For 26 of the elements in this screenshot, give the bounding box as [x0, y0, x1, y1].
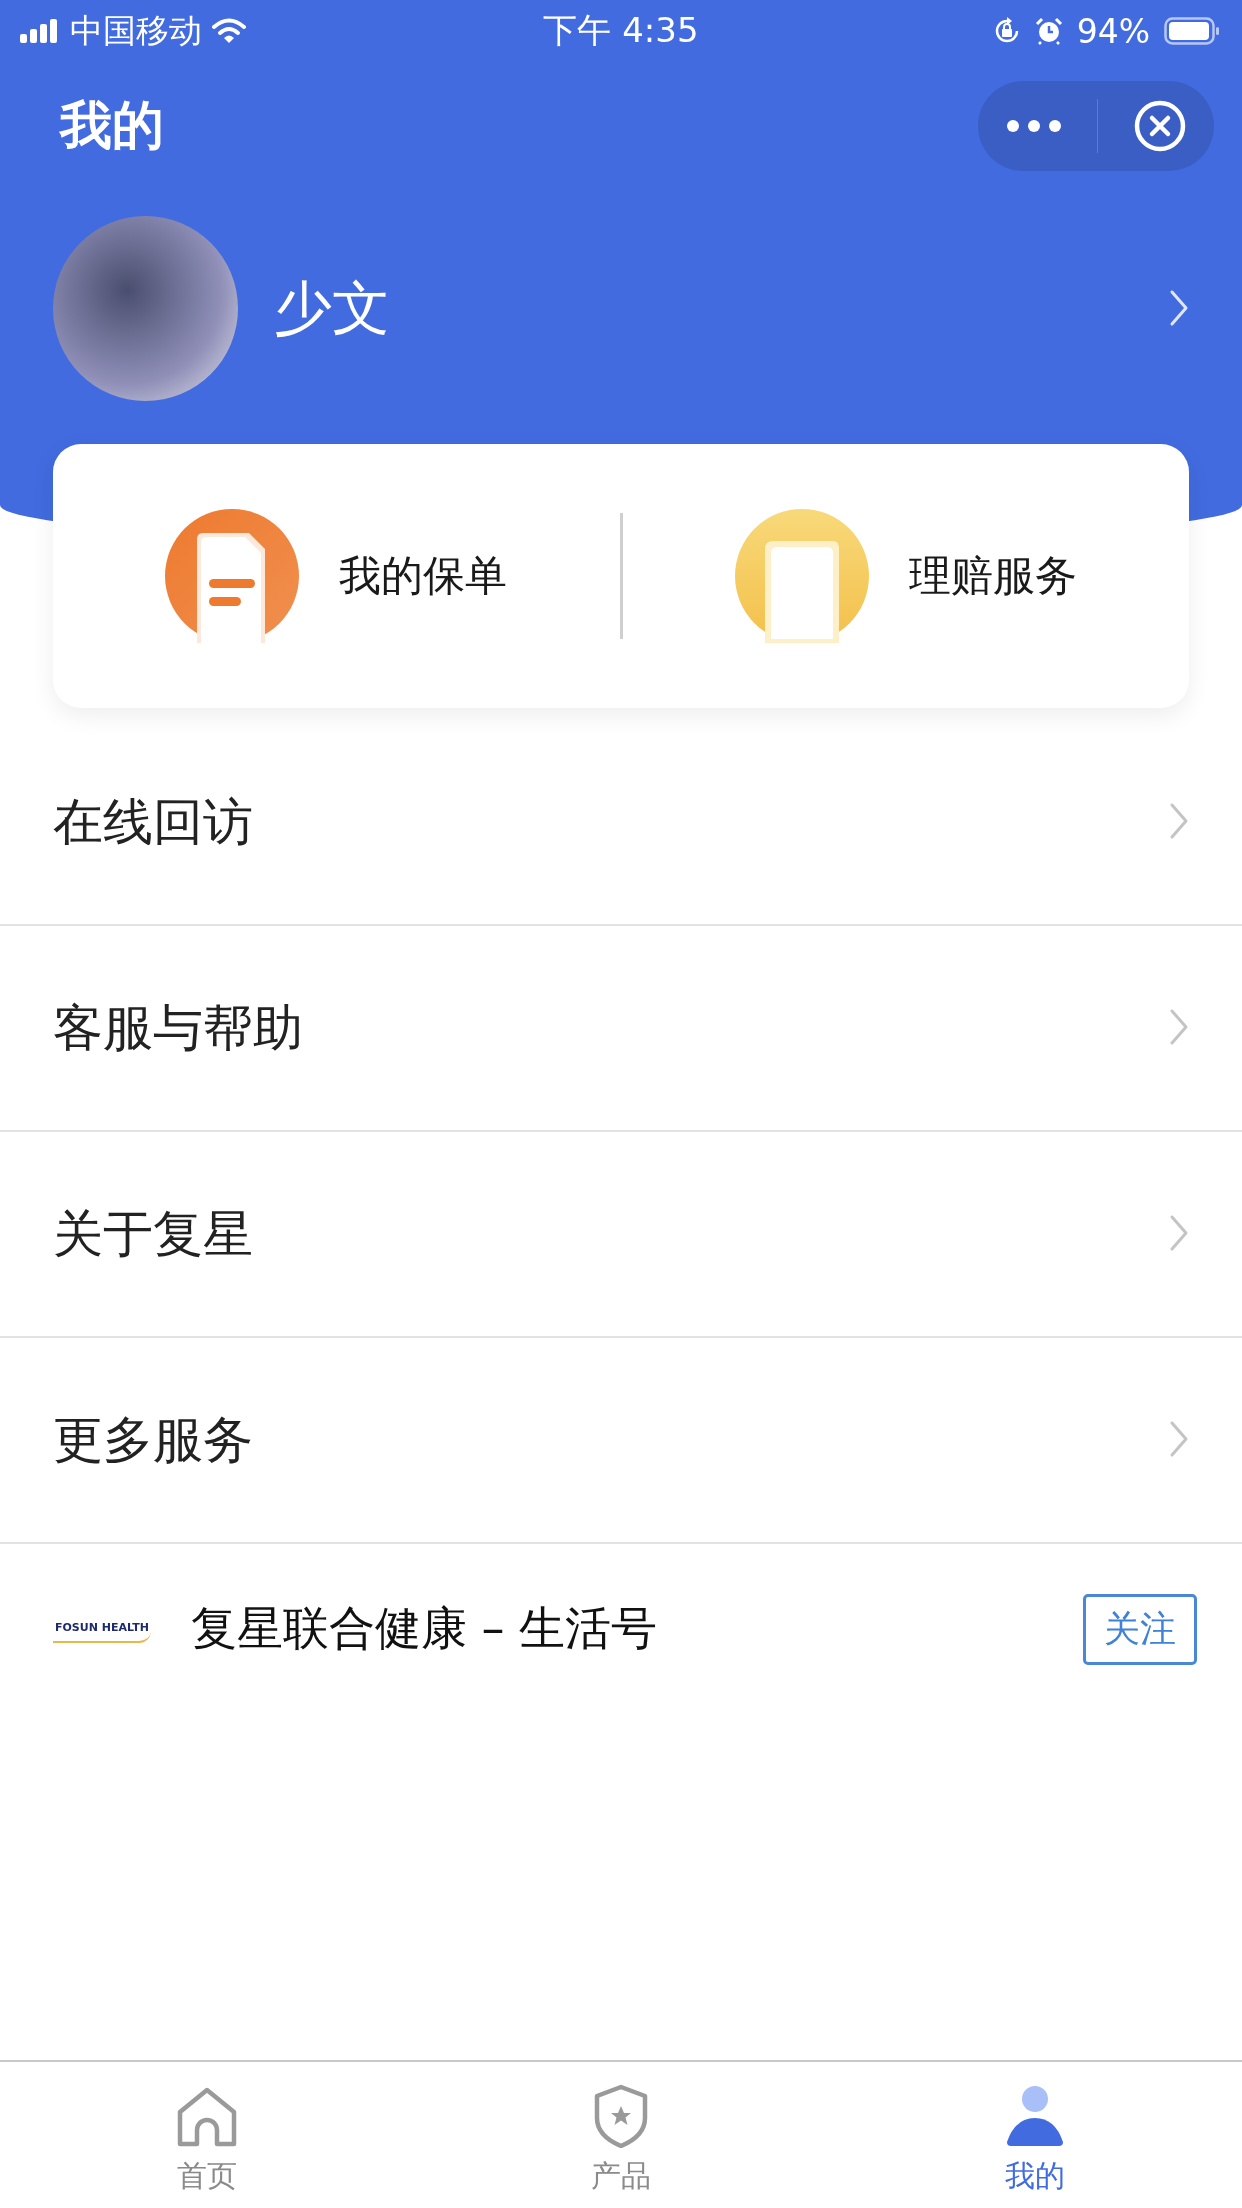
close-icon[interactable]: [1132, 99, 1187, 153]
profile-row[interactable]: 少文: [0, 190, 1242, 401]
battery-percent: 94%: [1076, 11, 1150, 51]
quick-action[interactable]: 理赔服务: [622, 509, 1189, 643]
wifi-icon: [212, 18, 246, 44]
menu-item[interactable]: 在线回访: [0, 720, 1242, 926]
menu-item[interactable]: 关于复星: [0, 1132, 1242, 1338]
alarm-icon: [1034, 17, 1063, 45]
quick-action-label: 我的保单: [339, 550, 508, 602]
menu-item[interactable]: 客服与帮助: [0, 926, 1242, 1132]
signal-icon: [20, 19, 60, 43]
follow-button[interactable]: 关注: [1083, 1593, 1197, 1665]
quick-action[interactable]: 我的保单: [53, 509, 620, 643]
more-icon[interactable]: [1005, 119, 1062, 133]
document-icon: [734, 509, 869, 643]
menu-item[interactable]: 更多服务: [0, 1338, 1242, 1544]
brand-logo: FOSUN HEALTH: [53, 1615, 151, 1643]
status-time: 下午 4:35: [543, 9, 699, 52]
account-name: 复星联合健康 – 生活号: [190, 1600, 659, 1657]
document-icon: [165, 509, 300, 643]
user-name: 少文: [274, 272, 391, 344]
tab-item[interactable]: 我的: [828, 2062, 1242, 2208]
carrier-name: 中国移动: [70, 9, 202, 52]
page-title: 我的: [60, 94, 164, 157]
quick-action-label: 理赔服务: [908, 550, 1077, 602]
battery-icon: [1164, 17, 1220, 45]
